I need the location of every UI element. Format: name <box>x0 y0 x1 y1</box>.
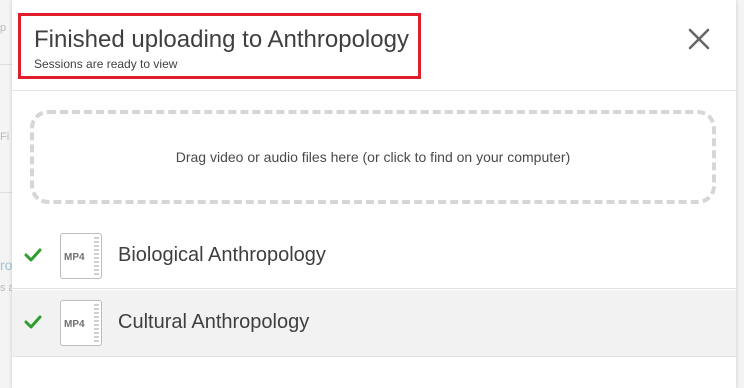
background-fragment: p <box>0 22 7 34</box>
file-name: Cultural Anthropology <box>118 311 310 333</box>
checkmark-icon <box>24 315 42 329</box>
checkmark-icon <box>24 248 42 262</box>
film-perforation <box>94 304 99 342</box>
mp4-file-icon: MP4 <box>60 300 102 346</box>
background-divider <box>0 64 12 65</box>
background-fragment: ro <box>0 257 13 273</box>
file-type-label: MP4 <box>64 319 85 330</box>
dialog-header: Finished uploading to Anthropology Sessi… <box>12 0 736 91</box>
dialog-subtitle: Sessions are ready to view <box>34 57 178 71</box>
mp4-file-icon: MP4 <box>60 233 102 279</box>
background-fragment: Fi <box>0 131 10 143</box>
upload-dialog: Finished uploading to Anthropology Sessi… <box>12 0 736 388</box>
title-highlight-box: Finished uploading to Anthropology Sessi… <box>18 13 421 79</box>
background-divider <box>0 192 12 193</box>
uploaded-file-row: MP4 Cultural Anthropology <box>12 290 736 357</box>
dropzone-instructions: Drag video or audio files here (or click… <box>175 149 571 165</box>
close-icon <box>688 28 710 50</box>
file-type-label: MP4 <box>64 252 85 263</box>
file-name: Biological Anthropology <box>118 244 326 266</box>
close-button[interactable] <box>684 24 714 54</box>
file-dropzone[interactable]: Drag video or audio files here (or click… <box>30 110 716 204</box>
uploaded-file-row: MP4 Biological Anthropology <box>12 223 736 289</box>
dialog-title: Finished uploading to Anthropology <box>34 26 409 53</box>
film-perforation <box>94 237 99 275</box>
